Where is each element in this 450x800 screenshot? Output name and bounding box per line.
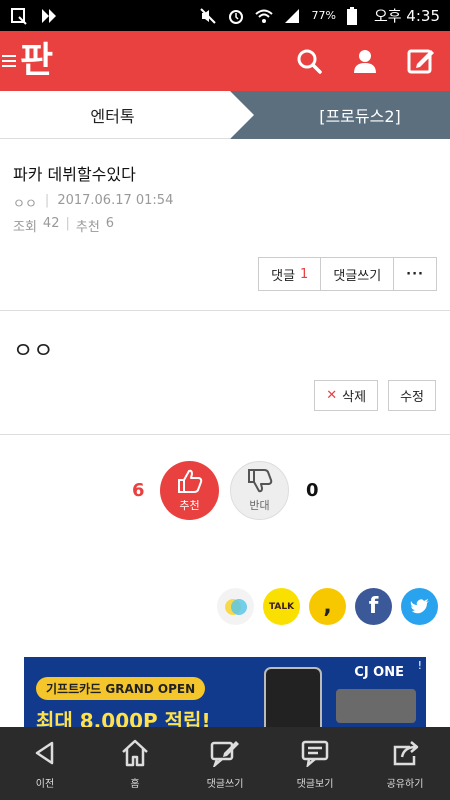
battery-percent: 77%	[311, 9, 336, 22]
downvote-button[interactable]: 반대	[230, 461, 289, 520]
tab-produce2[interactable]: [프로듀스2]	[230, 91, 450, 139]
delete-label: 삭제	[342, 390, 367, 405]
post-author[interactable]: ㅇㅇ	[13, 193, 37, 212]
ad-banner[interactable]: 기프트카드 GRAND OPEN 최대 8,000P 적립! CJ ONE !	[24, 657, 426, 727]
nav-share[interactable]: 공유하기	[360, 727, 450, 800]
ad-headline: 최대 8,000P 적립!	[36, 709, 211, 727]
delete-icon: ✕	[326, 388, 338, 403]
status-time: 오후 4:35	[373, 7, 440, 25]
battery-icon	[346, 6, 364, 25]
signal-icon	[283, 7, 301, 25]
stats-divider: |	[65, 216, 70, 231]
upvote-count: 6	[132, 480, 145, 501]
share-icon	[390, 738, 420, 768]
tab-enter-talk[interactable]: 엔터톡	[0, 91, 255, 138]
vote-section: 6 추천 반대 0	[0, 435, 450, 575]
ad-close-icon[interactable]: !	[418, 659, 422, 672]
post-action-bar: 댓글 1 댓글쓰기 ···	[258, 257, 437, 291]
recommend-count: 6	[105, 216, 115, 231]
facebook-icon[interactable]: f	[355, 588, 392, 625]
delete-button[interactable]: ✕ 삭제	[314, 380, 379, 411]
bottom-nav: 이전 홈 댓글쓰기 댓글보기 공유하기	[0, 727, 450, 800]
notification-icon	[10, 7, 28, 25]
nav-share-label: 공유하기	[386, 778, 424, 790]
nav-view-replies-label: 댓글보기	[296, 778, 334, 790]
post-date: 2017.06.17 01:54	[57, 193, 174, 208]
kakaotalk-label: TALK	[268, 601, 295, 612]
twitter-icon[interactable]	[401, 588, 438, 625]
category-tabs: 엔터톡 [프로듀스2]	[0, 91, 450, 139]
mute-icon	[199, 7, 217, 25]
meta-divider: |	[44, 193, 50, 208]
write-reply-icon	[210, 738, 240, 768]
post-content: ㅇㅇ	[13, 339, 54, 364]
wifi-icon	[255, 7, 274, 25]
upvote-button[interactable]: 추천	[160, 461, 219, 520]
kakaotalk-icon[interactable]: TALK	[263, 588, 300, 625]
reply-button[interactable]: 댓글 1	[259, 258, 322, 290]
search-icon[interactable]	[292, 44, 326, 78]
status-bar: 77% 오후 4:35	[0, 0, 450, 31]
nav-back-label: 이전	[35, 778, 55, 790]
post-title: 파카 데뷔할수있다	[13, 165, 136, 184]
upvote-label: 추천	[179, 499, 200, 512]
nav-home-label: 홈	[130, 778, 140, 790]
tab-arrow	[230, 91, 254, 139]
phone-image	[264, 667, 322, 727]
reply-label: 댓글	[271, 268, 296, 284]
thumbs-down-icon	[246, 468, 274, 497]
downvote-label: 반대	[249, 499, 270, 512]
views-label: 조회	[13, 220, 37, 235]
app-header: 판	[0, 31, 450, 91]
home-icon	[120, 738, 150, 768]
nav-home[interactable]: 홈	[90, 727, 180, 800]
nav-write-reply-label: 댓글쓰기	[206, 778, 244, 790]
post-body: ㅇㅇ ✕ 삭제 수정	[0, 311, 450, 435]
edit-button[interactable]: 수정	[388, 380, 436, 411]
nav-view-replies[interactable]: 댓글보기	[270, 727, 360, 800]
more-button[interactable]: ···	[394, 258, 436, 290]
ad-pill: 기프트카드 GRAND OPEN	[36, 677, 206, 700]
write-icon[interactable]	[404, 44, 438, 78]
nav-back[interactable]: 이전	[0, 727, 90, 800]
logo[interactable]: 판	[20, 43, 53, 79]
recommend-label: 추천	[75, 220, 100, 235]
back-icon	[30, 738, 60, 768]
kakaostory-icon[interactable]	[217, 588, 254, 625]
share-bar: TALK , f	[217, 588, 438, 625]
ad-brand: CJ ONE	[354, 665, 404, 680]
card-image	[336, 689, 416, 723]
post-header: 파카 데뷔할수있다 ㅇㅇ | 2017.06.17 01:54 조회 42 | …	[0, 139, 450, 311]
comma-icon[interactable]: ,	[309, 588, 346, 625]
write-reply-button[interactable]: 댓글쓰기	[321, 258, 395, 290]
alarm-icon	[227, 7, 245, 25]
menu-icon[interactable]	[2, 52, 18, 70]
thumbs-up-icon	[176, 468, 204, 497]
views-count: 42	[42, 216, 60, 231]
user-icon[interactable]	[348, 44, 382, 78]
app-notification-icon	[40, 7, 58, 25]
reply-count: 1	[300, 266, 309, 282]
nav-write-reply[interactable]: 댓글쓰기	[180, 727, 270, 800]
view-replies-icon	[300, 738, 330, 768]
downvote-count: 0	[306, 480, 319, 501]
